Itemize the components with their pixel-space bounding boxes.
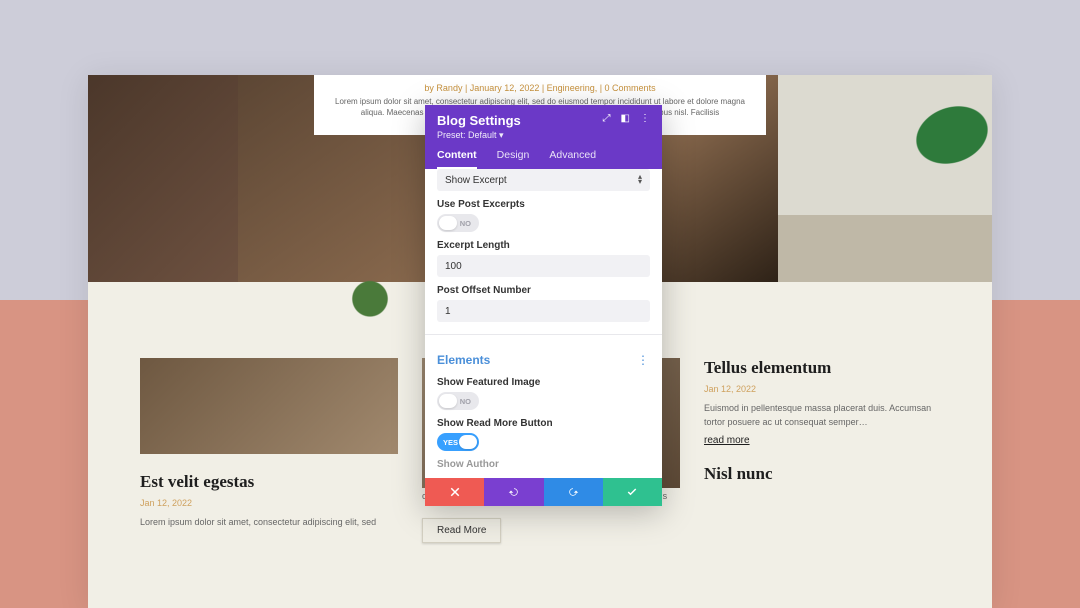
read-more-link[interactable]: read more [704, 435, 940, 446]
undo-button[interactable] [484, 478, 543, 506]
save-button[interactable] [603, 478, 662, 506]
label-excerpt-length: Excerpt Length [437, 240, 650, 251]
hero-img-left [88, 75, 238, 282]
card-title: Est velit egestas [140, 472, 398, 492]
label-post-offset: Post Offset Number [437, 285, 650, 296]
tab-design[interactable]: Design [497, 149, 530, 161]
modal-header[interactable]: Blog Settings ⤢ ◧ ⋮ Preset: Default ▾ Co… [425, 105, 662, 169]
post-byline: by Randy | January 12, 2022 | Engineerin… [334, 83, 746, 93]
card-excerpt: Euismod in pellentesque massa placerat d… [704, 402, 940, 429]
toggle-show-featured-image[interactable]: NO [437, 392, 479, 410]
expand-icon[interactable]: ⤢ [603, 113, 611, 124]
plant-leaf [879, 75, 992, 203]
toggle-show-read-more[interactable]: YES [437, 433, 479, 451]
section-divider [425, 334, 662, 335]
toggle-use-post-excerpts[interactable]: NO [437, 214, 479, 232]
label-show-read-more: Show Read More Button [437, 418, 650, 429]
read-more-button[interactable]: Read More [422, 518, 501, 543]
kebab-icon[interactable]: ⋮ [640, 113, 650, 124]
card-thumb [140, 358, 398, 454]
redo-button[interactable] [544, 478, 603, 506]
modal-tabs: Content Design Advanced [437, 149, 650, 169]
cancel-button[interactable] [425, 478, 484, 506]
blog-card-3[interactable]: Tellus elementum Jan 12, 2022 Euismod in… [704, 358, 940, 608]
card-title: Tellus elementum [704, 358, 940, 378]
excerpt-mode-select[interactable]: Show Excerpt ▴▾ [437, 169, 650, 191]
blog-settings-modal: Blog Settings ⤢ ◧ ⋮ Preset: Default ▾ Co… [425, 105, 662, 506]
card-excerpt: Lorem ipsum dolor sit amet, consectetur … [140, 516, 398, 530]
card-date: Jan 12, 2022 [704, 384, 940, 394]
label-show-author: Show Author [437, 459, 650, 470]
label-show-featured-image: Show Featured Image [437, 377, 650, 388]
section-title: Elements [437, 353, 637, 367]
kebab-icon[interactable]: ⋮ [637, 353, 650, 367]
select-value: Show Excerpt [445, 175, 507, 186]
section-elements[interactable]: Elements ⋮ [425, 347, 662, 369]
tab-advanced[interactable]: Advanced [549, 149, 596, 161]
modal-footer [425, 478, 662, 506]
input-post-offset[interactable]: 1 [437, 300, 650, 322]
modal-body: Show Excerpt ▴▾ Use Post Excerpts NO Exc… [425, 169, 662, 478]
blog-card-1[interactable]: Est velit egestas Jan 12, 2022 Lorem ips… [140, 358, 398, 608]
input-excerpt-length[interactable]: 100 [437, 255, 650, 277]
modal-title: Blog Settings [437, 113, 603, 128]
updown-icon: ▴▾ [638, 175, 642, 185]
tab-content[interactable]: Content [437, 149, 477, 169]
card-title-2: Nisl nunc [704, 464, 940, 484]
label-use-post-excerpts: Use Post Excerpts [437, 199, 650, 210]
card-date: Jan 12, 2022 [140, 498, 398, 508]
snap-icon[interactable]: ◧ [621, 113, 630, 124]
preset-dropdown[interactable]: Preset: Default ▾ [437, 128, 650, 149]
